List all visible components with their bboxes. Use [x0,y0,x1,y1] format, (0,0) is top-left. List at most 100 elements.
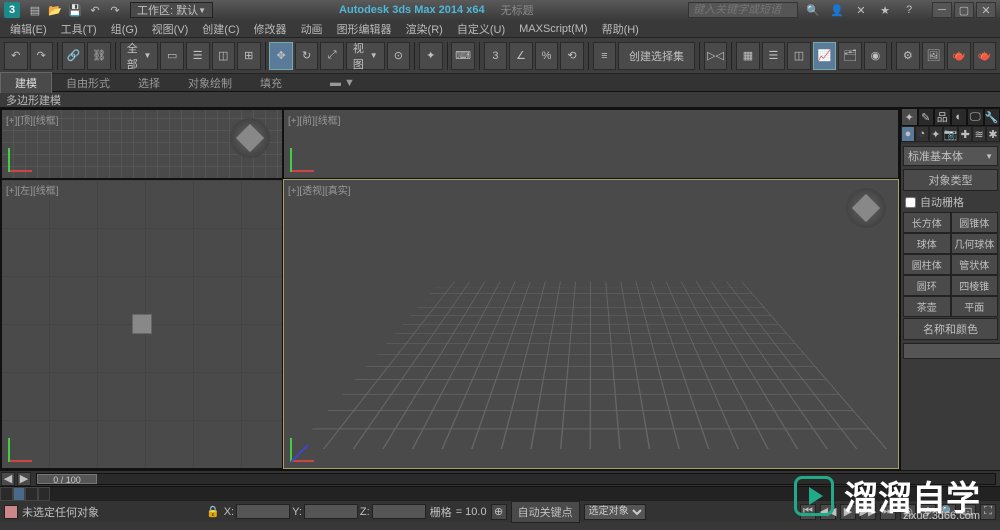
align-button[interactable]: ▦ [736,42,760,70]
coord-x-input[interactable] [236,504,290,519]
btn-torus[interactable]: 圆环 [903,275,951,296]
maxscript-listener-icon[interactable] [4,505,18,519]
lock-icon[interactable]: 🔒 [206,505,220,518]
tab-freeform[interactable]: 自由形式 [52,73,124,93]
menu-grapheditors[interactable]: 图形编辑器 [331,19,398,39]
curve-editor-button[interactable]: 📈 [813,42,837,70]
maximize-button[interactable]: ▢ [954,2,974,18]
autokey-button[interactable]: 自动关键点 [511,501,580,523]
geometry-icon[interactable]: ● [901,126,915,142]
keyboard-shortcut-button[interactable]: ⌨ [451,42,475,70]
modify-tab-icon[interactable]: ✎ [918,108,935,126]
signin-icon[interactable]: 👤 [828,2,846,18]
prev-frame-icon[interactable]: ◀ [1,472,15,486]
btn-teapot[interactable]: 茶壶 [903,296,951,317]
time-slider-thumb[interactable]: 0 / 100 [37,474,97,484]
open-icon[interactable]: 📂 [46,2,64,18]
select-manipulate-button[interactable]: ✦ [419,42,443,70]
cameras-icon[interactable]: 📷 [943,126,959,142]
render-production-button[interactable]: 🫖 [947,42,971,70]
snap-toggle-button[interactable]: 3 [484,42,508,70]
motion-tab-icon[interactable]: ◐ [951,108,968,126]
viewport-top[interactable]: [+][顶][线框] [2,110,282,178]
helpers-icon[interactable]: ✚ [958,126,972,142]
next-frame-icon[interactable]: ▶ [17,472,31,486]
next-key-icon[interactable]: ▶▶ [860,504,876,520]
btn-box[interactable]: 长方体 [903,212,951,233]
viewcube-icon[interactable] [230,118,270,158]
named-selection-dropdown[interactable]: 创建选择集 [618,42,695,70]
viewport-perspective[interactable]: [+][透视][真实] [284,180,898,468]
btn-cone[interactable]: 圆锥体 [951,212,999,233]
menu-animation[interactable]: 动画 [295,19,329,39]
isolate-icon[interactable]: ◎ [900,504,916,520]
mirror-button[interactable]: ▷◁ [704,42,728,70]
rollout-name-color[interactable]: 名称和颜色 [903,318,998,340]
menu-maxscript[interactable]: MAXScript(M) [513,21,593,37]
prev-key-icon[interactable]: ◀◀ [820,504,836,520]
menu-customize[interactable]: 自定义(U) [451,19,511,39]
select-by-name-button[interactable]: ☰ [186,42,210,70]
spacewarps-icon[interactable]: ≋ [972,126,986,142]
object-name-input[interactable] [903,343,1000,359]
angle-snap-button[interactable]: ∠ [509,42,533,70]
zoom-extents-icon[interactable]: ⊡ [960,504,976,520]
viewport-left[interactable]: [+][左][线框] [2,180,282,468]
unlink-button[interactable]: ⛓ [87,42,111,70]
select-scale-button[interactable]: ⤢ [320,42,344,70]
btn-plane[interactable]: 平面 [951,296,999,317]
link-button[interactable]: 🔗 [62,42,86,70]
coord-y-input[interactable] [304,504,358,519]
menu-create[interactable]: 创建(C) [196,19,245,39]
viewport-layout-icon[interactable] [0,487,50,501]
viewport-front[interactable]: [+][前][线框] [284,110,898,178]
pan-icon[interactable]: ✥ [920,504,936,520]
goto-end-icon[interactable]: ⏭ [880,504,896,520]
menu-help[interactable]: 帮助(H) [596,19,645,39]
systems-icon[interactable]: ✱ [986,126,1000,142]
infocenter-icon[interactable]: 🔍 [804,2,822,18]
category-dropdown[interactable]: 标准基本体▼ [903,146,998,166]
search-input[interactable] [688,2,798,18]
menu-tools[interactable]: 工具(T) [55,19,103,39]
redo-icon[interactable]: ↷ [106,2,124,18]
workspace-dropdown[interactable]: 工作区: 默认 ▼ [130,2,213,18]
menu-edit[interactable]: 编辑(E) [4,19,53,39]
select-region-button[interactable]: ◫ [212,42,236,70]
selection-filter-dropdown[interactable]: 全部 ▼ [120,42,159,70]
menu-group[interactable]: 组(G) [105,19,144,39]
btn-pyramid[interactable]: 四棱锥 [951,275,999,296]
redo-button[interactable]: ↷ [30,42,54,70]
btn-sphere[interactable]: 球体 [903,233,951,254]
time-slider[interactable]: ◀ ▶ 0 / 100 [0,470,1000,486]
select-object-button[interactable]: ▭ [160,42,184,70]
play-icon[interactable]: ▶ [840,504,856,520]
rendered-frame-button[interactable]: 🖼 [922,42,946,70]
display-tab-icon[interactable]: 🖵 [967,108,984,126]
close-button[interactable]: ✕ [976,2,996,18]
graphite-button[interactable]: ◫ [787,42,811,70]
save-icon[interactable]: 💾 [66,2,84,18]
material-editor-button[interactable]: ◉ [864,42,888,70]
select-move-button[interactable]: ✥ [269,42,293,70]
app-logo-icon[interactable]: 3 [4,2,20,18]
use-pivot-button[interactable]: ⊙ [387,42,411,70]
lights-icon[interactable]: ✦ [929,126,943,142]
percent-snap-button[interactable]: % [535,42,559,70]
zoom-icon[interactable]: 🔍 [940,504,956,520]
menu-rendering[interactable]: 渲染(R) [400,19,449,39]
add-time-tag-icon[interactable]: ⊕ [491,504,507,520]
maximize-viewport-icon[interactable]: ⛶ [980,504,996,520]
utilities-tab-icon[interactable]: 🔧 [984,108,1000,126]
track-bar[interactable] [0,486,1000,500]
favorites-icon[interactable]: ★ [876,2,894,18]
btn-cylinder[interactable]: 圆柱体 [903,254,951,275]
edit-named-selection-button[interactable]: ≡ [593,42,617,70]
shapes-icon[interactable]: ◔ [915,126,929,142]
tab-populate[interactable]: 填充 [246,73,296,93]
autogrid-checkbox[interactable] [905,197,916,208]
help-icon[interactable]: ? [900,2,918,18]
create-tab-icon[interactable]: ✦ [901,108,918,126]
tab-modeling[interactable]: 建模 [0,72,52,93]
select-rotate-button[interactable]: ↻ [295,42,319,70]
